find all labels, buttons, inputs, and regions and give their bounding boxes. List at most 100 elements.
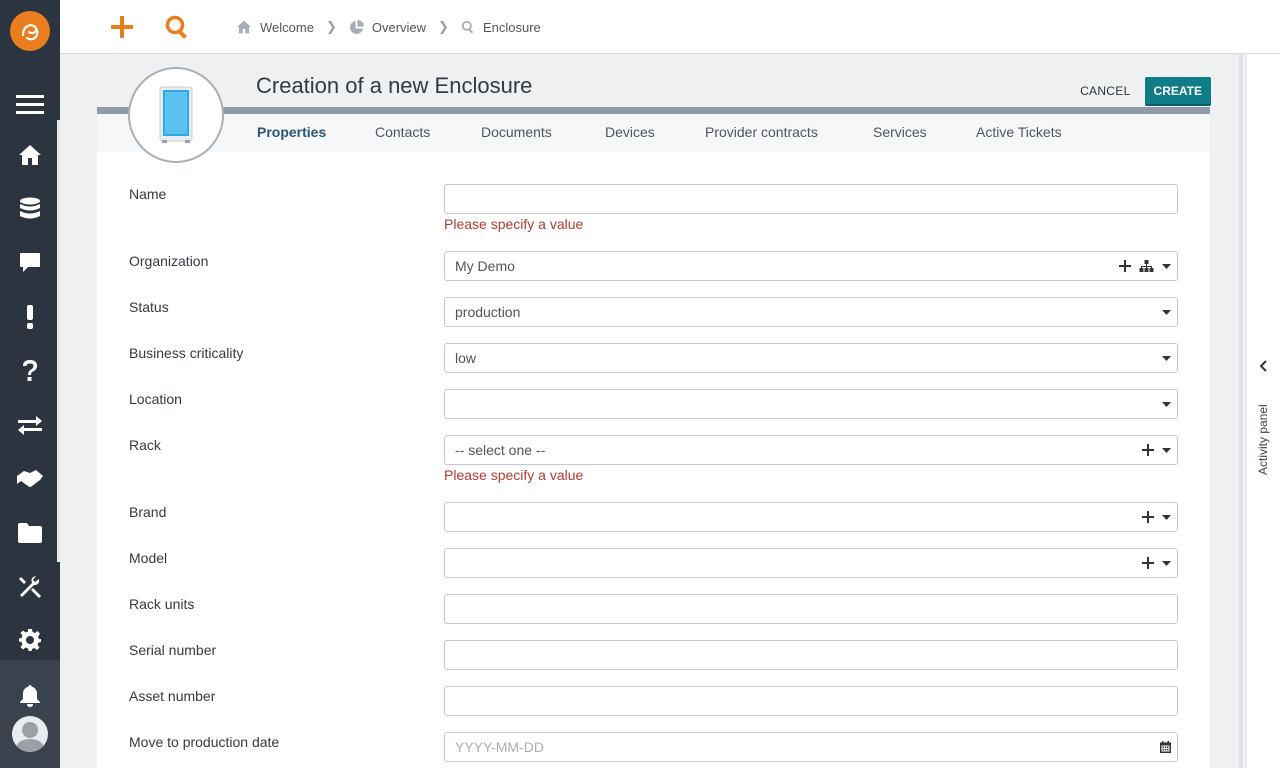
model-select[interactable]: [444, 548, 1178, 578]
organization-add-button[interactable]: [1119, 260, 1131, 272]
tab-services[interactable]: Services: [873, 124, 927, 140]
chevron-left-icon: [1259, 360, 1267, 372]
asset-number-field[interactable]: [444, 686, 1178, 716]
chevron-down-icon[interactable]: [1162, 355, 1171, 361]
brand-select[interactable]: [444, 502, 1178, 532]
tab-properties[interactable]: Properties: [257, 124, 326, 140]
nav-settings-button[interactable]: [0, 620, 60, 660]
nav-data-admin-button[interactable]: [0, 513, 60, 553]
exchange-icon: [18, 416, 42, 435]
nav-changes-button[interactable]: [0, 405, 60, 445]
tab-contacts[interactable]: Contacts: [375, 124, 430, 140]
enclosure-icon: [159, 86, 193, 143]
rack-select[interactable]: -- select one --: [444, 435, 1178, 465]
plus-icon: [1119, 260, 1131, 272]
chevron-down-icon[interactable]: [1162, 309, 1171, 315]
organization-select[interactable]: My Demo: [444, 251, 1178, 281]
plus-icon: [111, 16, 133, 38]
nav-problems-button[interactable]: [0, 351, 60, 391]
date-controls: [1152, 733, 1171, 761]
breadcrumb-label: Enclosure: [482, 19, 541, 35]
question-icon: [23, 360, 37, 381]
content-scrollbar[interactable]: [1239, 54, 1243, 768]
asset-number-label: Asset number: [129, 688, 216, 704]
rack-value: -- select one --: [455, 442, 546, 458]
brand-add-button[interactable]: [1142, 511, 1154, 523]
tab-active-tickets[interactable]: Active Tickets: [976, 124, 1062, 140]
business-criticality-controls: [1154, 344, 1171, 372]
date-placeholder: YYYY-MM-DD: [455, 739, 544, 755]
name-label: Name: [129, 186, 167, 202]
chevron-down-icon[interactable]: [1162, 514, 1171, 520]
nav-incidents-button[interactable]: [0, 297, 60, 337]
status-label: Status: [129, 299, 169, 315]
nav-configuration-button[interactable]: [0, 189, 60, 229]
user-avatar[interactable]: [12, 716, 48, 752]
status-select[interactable]: production: [444, 297, 1178, 327]
nav-scrollbar[interactable]: [57, 120, 60, 562]
bell-icon: [20, 685, 40, 707]
breadcrumb-welcome[interactable]: Welcome: [236, 20, 314, 35]
global-search-button[interactable]: [161, 11, 193, 43]
model-label: Model: [129, 550, 168, 566]
tab-documents[interactable]: Documents: [481, 124, 552, 140]
nav-welcome-button[interactable]: [0, 135, 60, 175]
status-controls: [1154, 298, 1171, 326]
plus-icon: [1142, 511, 1154, 523]
status-value: production: [455, 304, 521, 320]
brand-controls: [1134, 503, 1171, 531]
organization-hierarchy-button[interactable]: [1139, 260, 1154, 272]
model-add-button[interactable]: [1142, 557, 1154, 569]
rack-units-label: Rack units: [129, 596, 195, 612]
top-bar: Welcome ❯ Overview ❯ Enclosure: [60, 0, 1280, 54]
plus-icon: [1142, 444, 1154, 456]
brand-label: Brand: [129, 504, 167, 520]
name-field[interactable]: [444, 184, 1178, 214]
move-to-production-date-field[interactable]: YYYY-MM-DD: [444, 732, 1178, 762]
left-navigation: [0, 0, 60, 768]
rack-add-button[interactable]: [1142, 444, 1154, 456]
serial-number-label: Serial number: [129, 642, 217, 658]
expand-activity-panel-button[interactable]: [1258, 359, 1270, 373]
chevron-down-icon[interactable]: [1162, 447, 1171, 453]
breadcrumb: Welcome ❯ Overview ❯ Enclosure: [236, 18, 541, 36]
form-actions: CANCEL CREATE: [1080, 77, 1211, 104]
nav-admin-tools-button[interactable]: [0, 567, 60, 607]
breadcrumb-overview[interactable]: Overview: [349, 19, 426, 35]
activity-panel: Activity panel: [1239, 54, 1280, 768]
rack-error: Please specify a value: [444, 467, 584, 483]
nav-helpdesk-button[interactable]: [0, 243, 60, 283]
hamburger-icon: [16, 95, 44, 114]
serial-number-field[interactable]: [444, 640, 1178, 670]
tab-provider-contracts[interactable]: Provider contracts: [705, 124, 818, 140]
activity-panel-label: Activity panel: [1256, 404, 1270, 475]
app-logo[interactable]: [10, 11, 50, 51]
object-class-icon: [128, 67, 224, 163]
rack-label: Rack: [129, 437, 161, 453]
chat-icon: [20, 253, 40, 272]
new-object-button[interactable]: [106, 11, 138, 43]
chevron-down-icon[interactable]: [1162, 401, 1171, 407]
menu-toggle-button[interactable]: [0, 84, 60, 124]
cancel-button[interactable]: CANCEL: [1080, 84, 1130, 98]
tab-devices[interactable]: Devices: [605, 124, 655, 140]
chevron-down-icon[interactable]: [1162, 560, 1171, 566]
location-select[interactable]: [444, 389, 1178, 419]
chevron-right-icon: ❯: [438, 19, 449, 34]
create-button[interactable]: CREATE: [1144, 77, 1211, 104]
chevron-down-icon[interactable]: [1162, 263, 1171, 269]
nav-service-management-button[interactable]: [0, 459, 60, 499]
notifications-button[interactable]: [0, 676, 60, 716]
folder-icon: [18, 523, 42, 543]
page-title: Creation of a new Enclosure: [256, 73, 533, 98]
calendar-icon[interactable]: [1160, 741, 1171, 753]
location-controls: [1154, 390, 1171, 418]
breadcrumb-enclosure[interactable]: Enclosure: [461, 20, 541, 35]
business-criticality-select[interactable]: low: [444, 343, 1178, 373]
organization-value: My Demo: [455, 258, 515, 274]
rack-units-field[interactable]: [444, 594, 1178, 624]
database-icon: [20, 197, 40, 219]
activity-panel-toggle[interactable]: Activity panel: [1256, 399, 1272, 509]
rack-controls: [1134, 436, 1171, 464]
logo-icon: [21, 24, 39, 41]
